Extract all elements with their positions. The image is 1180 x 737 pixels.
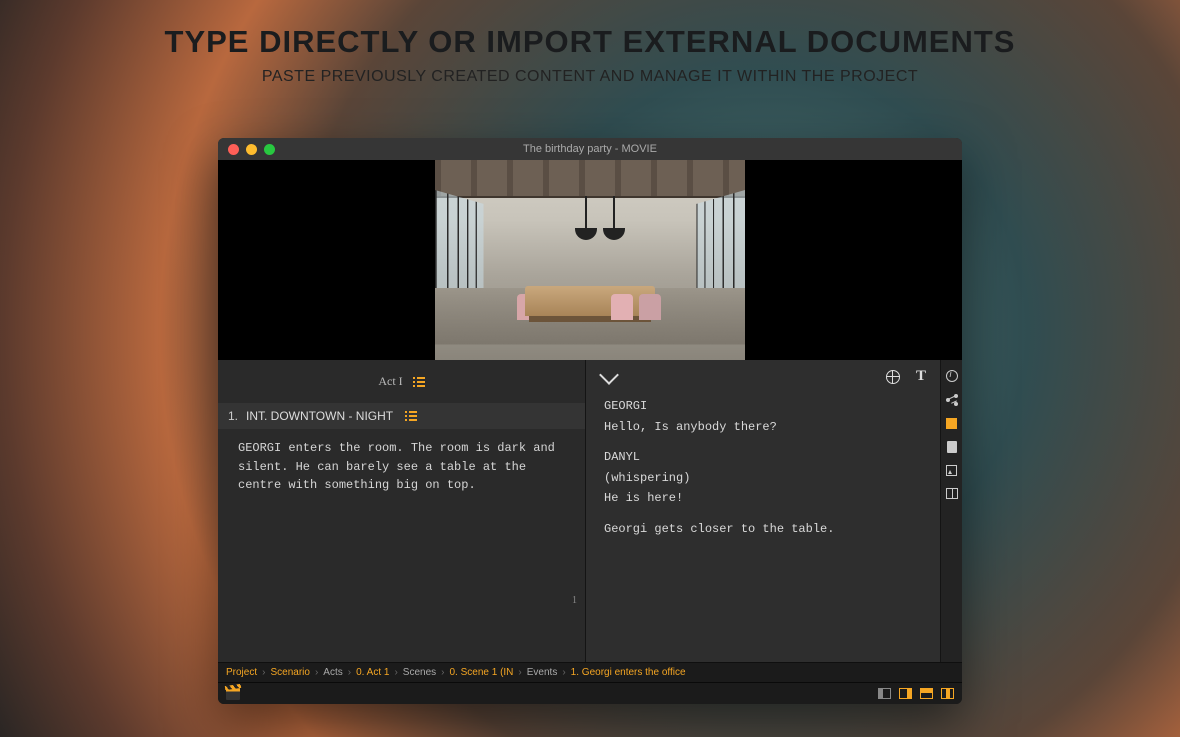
layout-right-icon[interactable] (899, 688, 912, 699)
minimize-icon[interactable] (246, 144, 257, 155)
crumb-scene1[interactable]: 0. Scene 1 (IN (449, 667, 513, 678)
layout-left-icon[interactable] (878, 688, 891, 699)
scene-preview[interactable] (218, 160, 962, 360)
scene-heading: INT. DOWNTOWN - NIGHT (246, 409, 393, 423)
parenthetical: (whispering) (604, 469, 922, 488)
image-icon[interactable] (946, 465, 957, 476)
maximize-icon[interactable] (264, 144, 275, 155)
bottom-toolbar (218, 682, 962, 704)
dialogue-line: He is here! (604, 489, 922, 508)
crumb-sep: › (441, 667, 444, 678)
crumb-scenes[interactable]: Scenes (403, 667, 436, 678)
crumb-sep: › (518, 667, 521, 678)
titlebar[interactable]: The birthday party - MOVIE (218, 138, 962, 160)
info-icon[interactable] (946, 370, 958, 382)
marketing-header: TYPE DIRECTLY OR IMPORT EXTERNAL DOCUMEN… (0, 0, 1180, 86)
crumb-project[interactable]: Project (226, 667, 257, 678)
crumb-sep: › (394, 667, 397, 678)
right-sidebar (940, 360, 962, 662)
act-label: Act I (378, 374, 402, 389)
page-number: 1 (572, 595, 577, 606)
selected-panel-icon[interactable] (946, 418, 957, 429)
scene-heading-row[interactable]: 1. INT. DOWNTOWN - NIGHT (218, 403, 585, 429)
chevron-down-icon[interactable] (599, 365, 619, 385)
script-panel: T GEORGI Hello, Is anybody there? DANYL … (586, 360, 940, 662)
window-title: The birthday party - MOVIE (218, 143, 962, 155)
list-icon[interactable] (413, 377, 425, 387)
scene-number: 1. (228, 409, 238, 423)
outline-panel: Act I 1. INT. DOWNTOWN - NIGHT GEORGI en… (218, 360, 586, 662)
columns-icon[interactable] (946, 488, 958, 499)
crumb-sep: › (315, 667, 318, 678)
scene-action-text[interactable]: GEORGI enters the room. The room is dark… (218, 429, 585, 505)
crumb-sep: › (348, 667, 351, 678)
document-icon[interactable] (947, 441, 957, 453)
crumb-scenario[interactable]: Scenario (270, 667, 309, 678)
script-body[interactable]: GEORGI Hello, Is anybody there? DANYL (w… (586, 393, 940, 545)
dialogue-line: Hello, Is anybody there? (604, 418, 922, 437)
action-line: Georgi gets closer to the table. (604, 520, 922, 539)
character-cue: GEORGI (604, 397, 922, 416)
crumb-event1[interactable]: 1. Georgi enters the office (571, 667, 686, 678)
preview-image (435, 160, 745, 360)
marketing-subhead: PASTE PREVIOUSLY CREATED CONTENT AND MAN… (0, 68, 1180, 86)
marketing-headline: TYPE DIRECTLY OR IMPORT EXTERNAL DOCUMEN… (0, 24, 1180, 60)
crumb-sep: › (262, 667, 265, 678)
crumb-sep: › (562, 667, 565, 678)
crumb-acts[interactable]: Acts (323, 667, 342, 678)
layout-top-icon[interactable] (920, 688, 933, 699)
layout-center-icon[interactable] (941, 688, 954, 699)
character-cue: DANYL (604, 448, 922, 467)
list-icon[interactable] (405, 411, 417, 421)
close-icon[interactable] (228, 144, 239, 155)
text-tool-icon[interactable]: T (916, 368, 926, 385)
app-window: The birthday party - MOVIE Act I (218, 138, 962, 704)
globe-icon[interactable] (886, 370, 900, 384)
clapperboard-icon[interactable] (226, 688, 240, 700)
share-icon[interactable] (946, 394, 958, 406)
breadcrumb[interactable]: Project › Scenario › Acts › 0. Act 1 › Scene… (218, 662, 962, 682)
crumb-events[interactable]: Events (527, 667, 558, 678)
crumb-act1[interactable]: 0. Act 1 (356, 667, 389, 678)
